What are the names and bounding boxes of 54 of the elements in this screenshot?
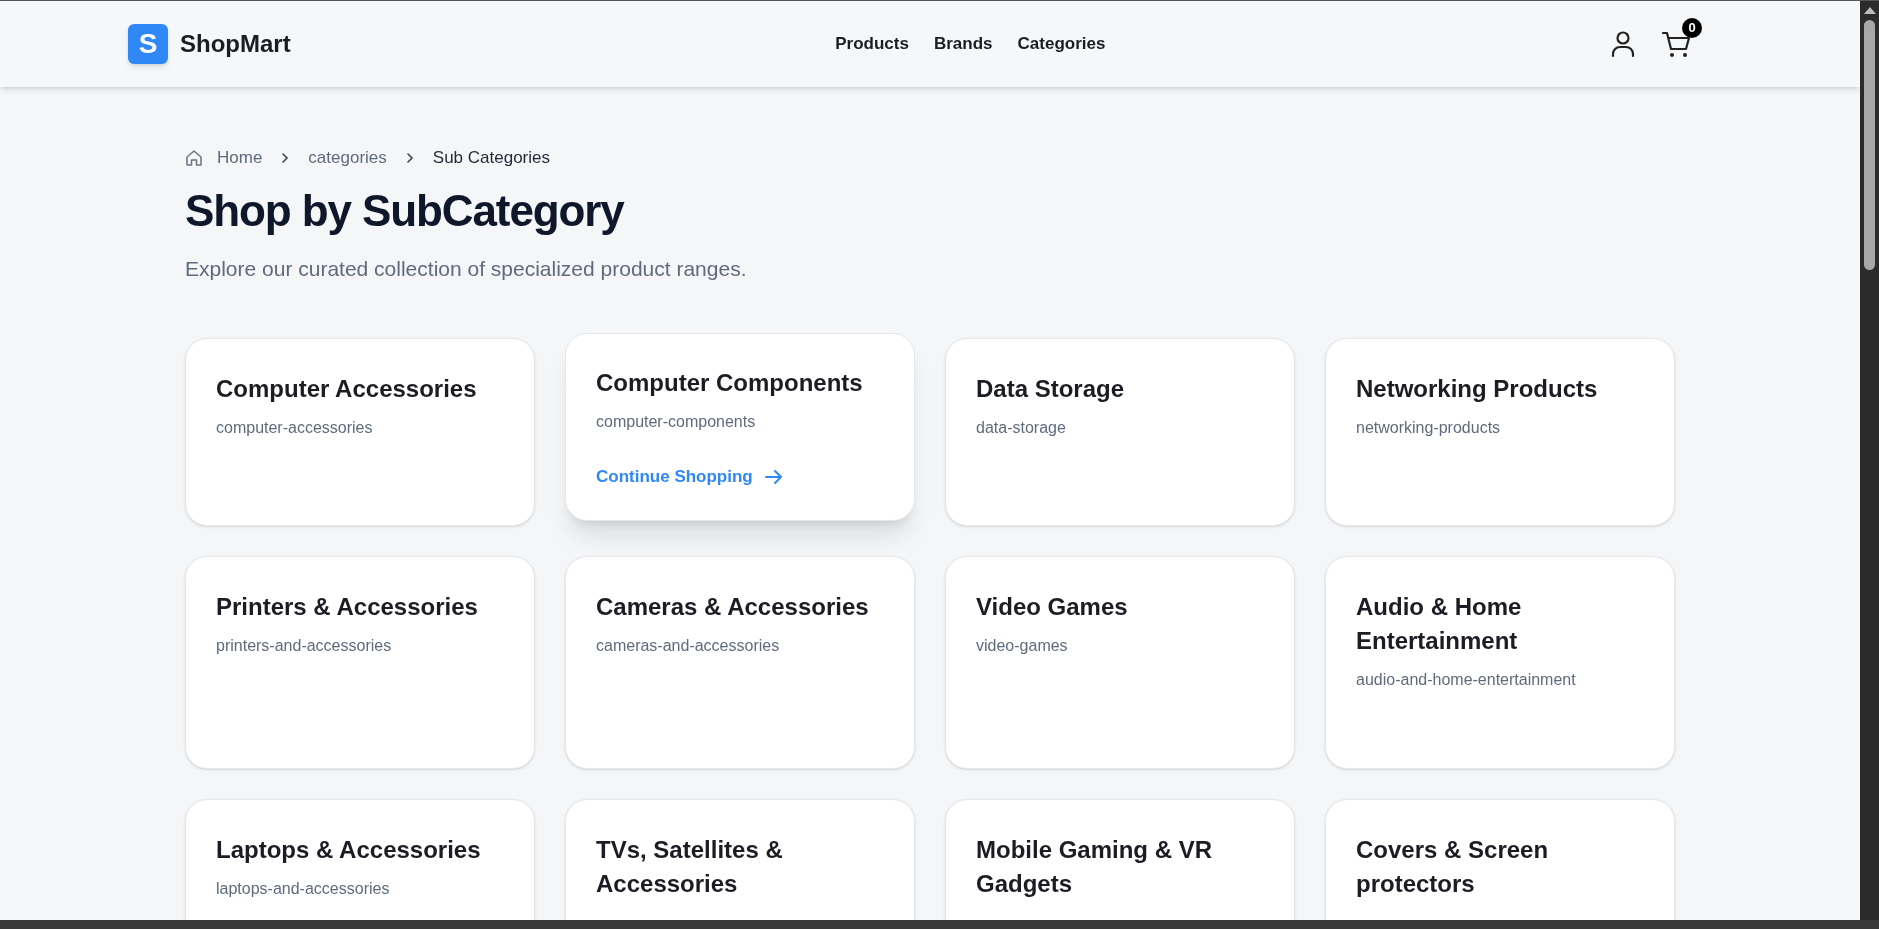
- card-title: Audio & Home Entertainment: [1356, 591, 1523, 656]
- card-title: Covers & Screen protectors: [1356, 834, 1550, 899]
- card-title: Video Games: [976, 591, 1129, 622]
- subcategory-card[interactable]: Covers & Screen protectors: [1325, 798, 1675, 920]
- subcategory-card[interactable]: Audio & Home Entertainment audio-and-home-entertainment: [1325, 555, 1675, 769]
- subcategory-card[interactable]: Cameras & Accessories cameras-and-accessories: [565, 555, 915, 769]
- subcategory-card[interactable]: TVs, Satellites & Accessories: [565, 798, 915, 920]
- page-subtitle: Explore our curated collection of specialized product ranges.: [185, 255, 748, 282]
- scrollbar[interactable]: [1860, 1, 1879, 920]
- card-title: Cameras & Accessories: [596, 591, 870, 622]
- subcategory-card[interactable]: Video Games video-games: [945, 555, 1295, 769]
- user-icon[interactable]: [1610, 30, 1636, 58]
- card-slug: laptops-and-accessories: [216, 878, 391, 899]
- card-title: Data Storage: [976, 374, 1126, 404]
- cart-count-badge: 0: [1682, 18, 1702, 38]
- breadcrumb-link[interactable]: Home: [217, 145, 263, 171]
- card-slug: audio-and-home-entertainment: [1356, 669, 1577, 690]
- arrow-right-icon: [764, 468, 783, 485]
- card-title: Networking Products: [1356, 374, 1599, 404]
- card-title: Computer Components: [596, 368, 864, 398]
- scroll-up-arrow-icon[interactable]: [1863, 7, 1876, 14]
- card-slug: computer-accessories: [216, 418, 374, 438]
- nav-link[interactable]: Brands: [933, 31, 993, 57]
- nav-link[interactable]: Products: [835, 31, 909, 57]
- breadcrumb-link[interactable]: Sub Categories: [432, 145, 550, 171]
- card-slug: networking-products: [1356, 418, 1502, 438]
- subcategory-card[interactable]: Networking Products networking-products: [1325, 338, 1675, 526]
- card-title: Mobile Gaming & VR Gadgets: [976, 834, 1213, 899]
- subcategory-card[interactable]: Data Storage data-storage: [945, 338, 1295, 526]
- brand-name[interactable]: ShopMart: [180, 26, 291, 62]
- card-slug: printers-and-accessories: [216, 635, 393, 656]
- subcategory-card[interactable]: Printers & Accessories printers-and-accessories: [185, 555, 535, 769]
- card-slug: data-storage: [976, 418, 1067, 438]
- card-slug: cameras-and-accessories: [596, 635, 781, 656]
- nav-link[interactable]: Categories: [1017, 31, 1106, 57]
- page-title: Shop by SubCategory: [185, 188, 626, 233]
- card-title: Laptops & Accessories: [216, 834, 482, 865]
- scrollbar-thumb[interactable]: [1864, 20, 1875, 270]
- subcategory-card[interactable]: Laptops & Accessories laptops-and-accessories: [185, 798, 535, 920]
- subcategory-card[interactable]: Computer Accessories computer-accessories: [185, 338, 535, 526]
- logo-badge[interactable]: S: [128, 24, 168, 64]
- chevron-right-icon: [280, 151, 291, 164]
- card-slug: computer-components: [596, 412, 757, 432]
- card-title: Printers & Accessories: [216, 591, 479, 622]
- chevron-right-icon: [404, 151, 415, 164]
- card-title: Computer Accessories: [216, 374, 478, 404]
- subcategory-card[interactable]: Mobile Gaming & VR Gadgets: [945, 798, 1295, 920]
- card-title: TVs, Satellites & Accessories: [596, 834, 784, 899]
- continue-shopping-link[interactable]: Continue Shopping: [596, 464, 783, 490]
- home-icon: [185, 148, 203, 167]
- cart-icon[interactable]: [1662, 30, 1692, 58]
- breadcrumb-link[interactable]: categories: [308, 145, 387, 171]
- subcategory-card[interactable]: Computer Components computer-components Continue Shopping: [565, 333, 915, 521]
- card-slug: video-games: [976, 635, 1069, 656]
